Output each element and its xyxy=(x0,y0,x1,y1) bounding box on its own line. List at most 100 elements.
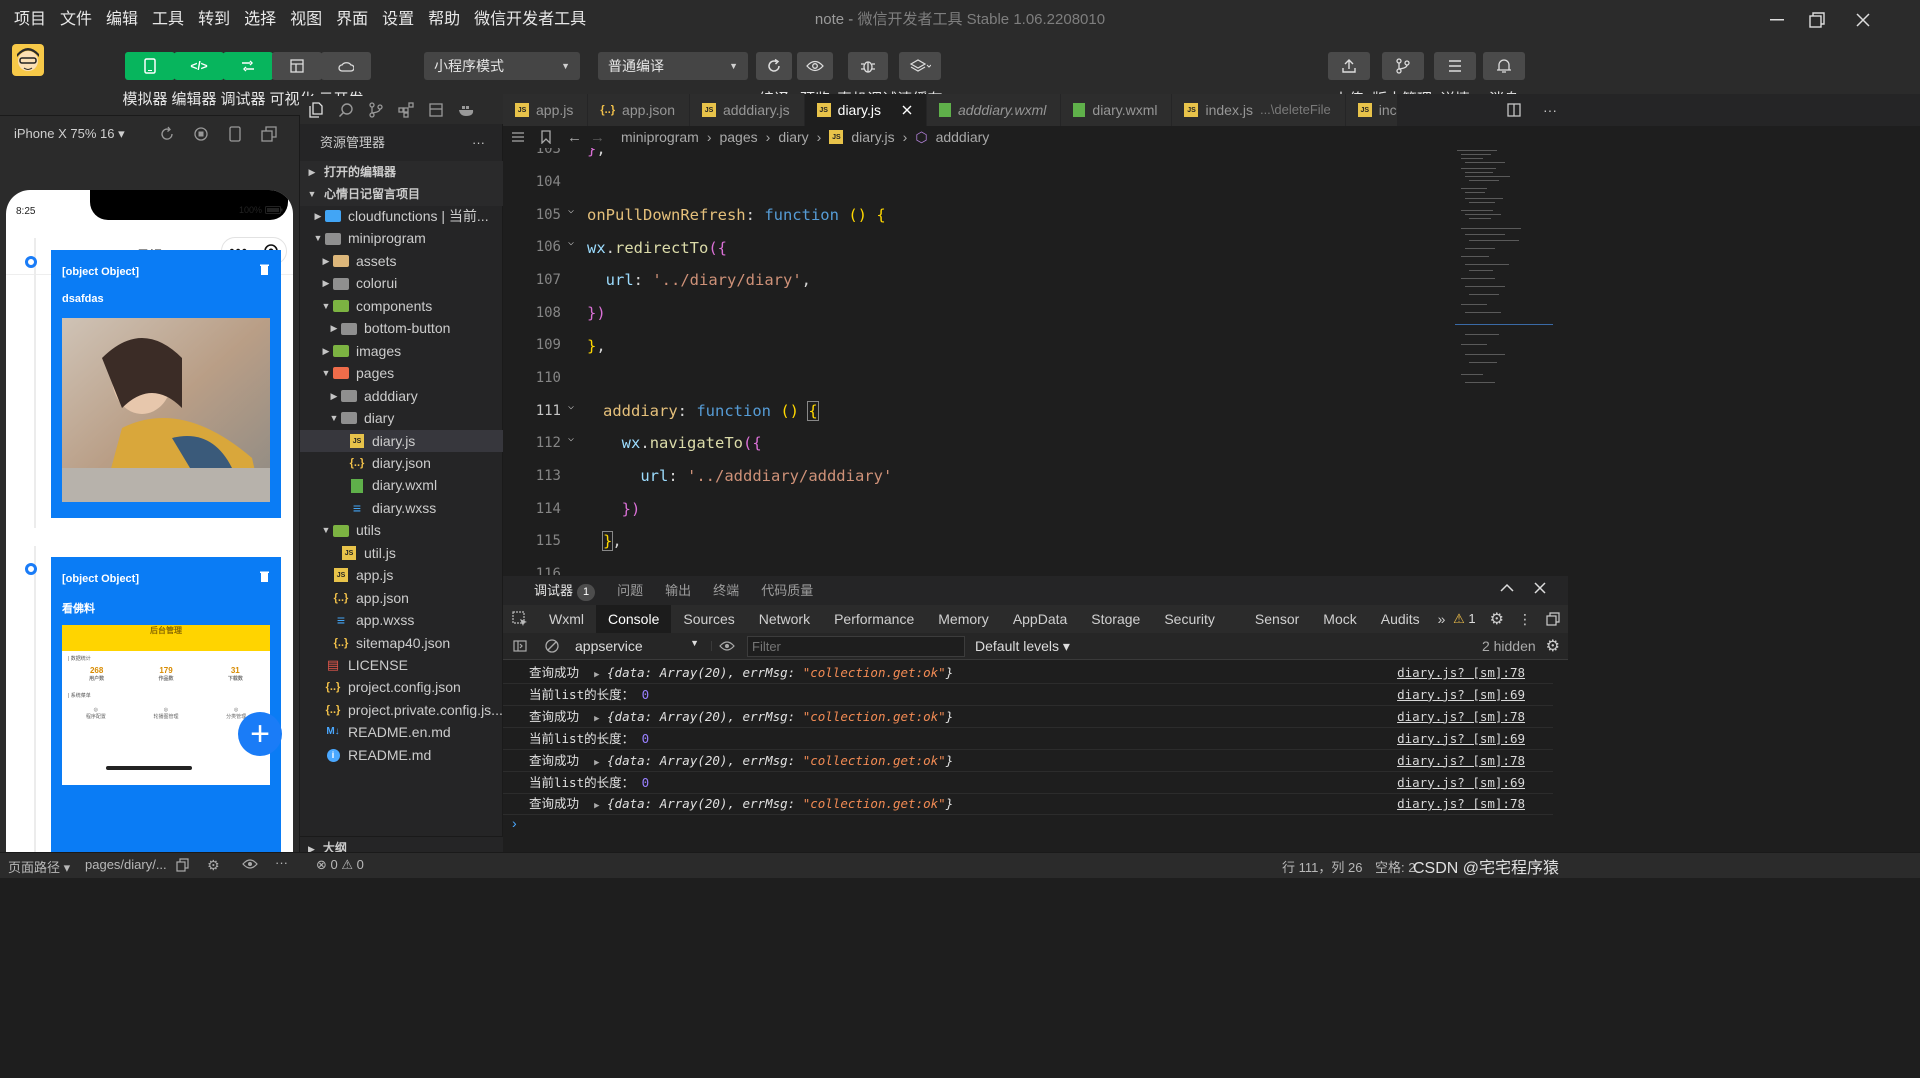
tab-diary-wxml[interactable]: diary.wxml xyxy=(1061,94,1173,126)
file-tree-item[interactable]: {..} project.config.json xyxy=(300,676,503,699)
back-arrow-icon[interactable]: ← xyxy=(567,129,582,146)
file-tree-item[interactable]: JS diary.js xyxy=(300,429,503,452)
avatar[interactable] xyxy=(12,44,44,76)
menu-item[interactable]: 文件 xyxy=(53,0,99,40)
file-tree-item[interactable]: ▶ adddiary xyxy=(300,385,503,408)
cursor-position[interactable]: 行 111，列 26 xyxy=(1282,857,1362,876)
collapse-panel-icon[interactable] xyxy=(1500,583,1514,593)
record-icon[interactable] xyxy=(184,126,218,142)
close-tab-icon[interactable] xyxy=(902,105,912,115)
console-message[interactable]: 查询成功 ▶ {data: Array(20), errMsg: "collec… xyxy=(503,793,1553,816)
real-debug-button[interactable] xyxy=(848,52,888,80)
tab-problems[interactable]: 问题 xyxy=(606,576,654,606)
tab-wxml[interactable]: Wxml xyxy=(537,605,596,633)
console-message[interactable]: 查询成功 ▶ {data: Array(20), errMsg: "collec… xyxy=(503,750,1553,772)
log-levels-select[interactable]: Default levels ▾ xyxy=(975,638,1070,655)
file-tree-item[interactable]: JS app.js xyxy=(300,564,503,587)
file-tree-item[interactable]: ▼ pages xyxy=(300,362,503,385)
console-filter-input[interactable] xyxy=(747,635,965,657)
code-editor[interactable]: 103 104 105 106 107 108 109 110 111 112 … xyxy=(503,148,1463,575)
phone-frame-icon[interactable] xyxy=(218,126,252,142)
indent-setting[interactable]: 空格: 2 xyxy=(1375,857,1415,876)
bug-icon[interactable]: ⚙ xyxy=(207,857,220,874)
file-tree-item[interactable]: {..} diary.json xyxy=(300,452,503,475)
tab-code-quality[interactable]: 代码质量 xyxy=(750,576,824,606)
forward-arrow-icon[interactable]: → xyxy=(590,129,605,146)
source-link[interactable]: diary.js? [sm]:78 xyxy=(1397,750,1525,772)
tab-mock[interactable]: Mock xyxy=(1311,605,1368,633)
file-tree-item[interactable]: {..} sitemap40.json xyxy=(300,632,503,655)
clear-console-icon[interactable] xyxy=(537,639,567,653)
add-diary-button[interactable]: + xyxy=(238,712,282,756)
eye-icon[interactable] xyxy=(242,859,258,869)
problems-count[interactable]: ⊗ 0 ⚠ 0 xyxy=(316,857,364,873)
tab-console[interactable]: Console xyxy=(596,605,672,633)
tab-adddiary-js[interactable]: JS adddiary.js xyxy=(689,94,805,126)
open-editors-section[interactable]: ▶ 打开的编辑器 xyxy=(300,161,503,184)
tab-terminal[interactable]: 终端 xyxy=(702,576,750,606)
compile-mode-select[interactable]: 普通编译 ▼ xyxy=(598,52,748,80)
console-settings-gear-icon[interactable]: ⚙ xyxy=(1546,636,1560,656)
console-message[interactable]: 查询成功 ▶ {data: Array(20), errMsg: "collec… xyxy=(503,662,1553,684)
tab-storage[interactable]: Storage xyxy=(1079,605,1152,633)
file-tree-item[interactable]: i README.md xyxy=(300,744,503,767)
tab-adddiary-wxml[interactable]: adddiary.wxml xyxy=(926,94,1062,126)
page-path-select[interactable]: 页面路径 ▾ xyxy=(8,857,70,876)
tab-performance[interactable]: Performance xyxy=(822,605,926,633)
messages-button[interactable] xyxy=(1483,52,1525,80)
minimap[interactable] xyxy=(1455,148,1568,575)
crumb-pages[interactable]: pages xyxy=(719,129,757,145)
menu-item[interactable]: 微信开发者工具 xyxy=(467,0,593,40)
menu-item[interactable]: 帮助 xyxy=(421,0,467,40)
preview-button[interactable] xyxy=(797,52,833,80)
more-icon[interactable]: ··· xyxy=(1543,102,1557,118)
file-tree-item[interactable]: ▶ assets xyxy=(300,250,503,273)
context-select[interactable]: appservice ▼ xyxy=(567,638,711,654)
source-link[interactable]: diary.js? [sm]:78 xyxy=(1397,793,1525,815)
more-tabs-icon[interactable]: » xyxy=(1432,611,1452,627)
menu-item[interactable]: 界面 xyxy=(329,0,375,40)
diary-card[interactable]: [object Object] dsafdas xyxy=(51,250,281,518)
crumb-miniprogram[interactable]: miniprogram xyxy=(621,129,699,145)
tab-network[interactable]: Network xyxy=(747,605,822,633)
warning-count[interactable]: ⚠ 1 xyxy=(1453,611,1476,627)
settings-gear-icon[interactable]: ⚙ xyxy=(1490,609,1504,629)
more-icon[interactable]: ··· xyxy=(275,855,288,870)
details-button[interactable] xyxy=(1434,52,1476,80)
clear-cache-button[interactable] xyxy=(899,52,941,80)
file-tree-item[interactable]: JS util.js xyxy=(300,542,503,565)
source-link[interactable]: diary.js? [sm]:69 xyxy=(1397,684,1525,706)
file-tree-item[interactable]: ▶ colorui xyxy=(300,272,503,295)
file-tree-item[interactable]: ▼ utils xyxy=(300,519,503,542)
file-tree-item[interactable]: ▼ diary xyxy=(300,407,503,430)
maximize-button[interactable] xyxy=(1792,0,1842,40)
page-path[interactable]: pages/diary/... xyxy=(85,857,167,872)
debugger-toggle[interactable] xyxy=(223,52,273,80)
editor-toggle[interactable]: </> xyxy=(174,52,224,80)
version-button[interactable] xyxy=(1382,52,1424,80)
close-window-button[interactable] xyxy=(1838,0,1888,40)
console-message[interactable]: 查询成功 ▶ {data: Array(20), errMsg: "collec… xyxy=(503,706,1553,728)
tab-appdata[interactable]: AppData xyxy=(1001,605,1079,633)
console-message[interactable]: 当前list的长度： 0 diary.js? [sm]:69 xyxy=(503,684,1553,706)
file-tree-item[interactable]: ▤ LICENSE xyxy=(300,654,503,677)
rotate-icon[interactable] xyxy=(150,126,184,142)
tab-sensor[interactable]: Sensor xyxy=(1243,605,1311,633)
more-icon[interactable]: ··· xyxy=(472,130,485,156)
file-tree-item[interactable]: ▶ cloudfunctions | 当前... xyxy=(300,205,503,228)
file-tree-item[interactable]: M↓ README.en.md xyxy=(300,721,503,744)
copy-icon[interactable] xyxy=(176,858,189,872)
simulator-toggle[interactable] xyxy=(125,52,175,80)
menu-item[interactable]: 设置 xyxy=(375,0,421,40)
crumb-diary[interactable]: diary xyxy=(778,129,808,145)
visual-toggle[interactable] xyxy=(272,52,322,80)
trash-icon[interactable] xyxy=(260,571,269,582)
expand-triangle-icon[interactable]: ▶ xyxy=(594,670,599,680)
file-tree-item[interactable]: ▶ images xyxy=(300,340,503,363)
menu-item[interactable]: 视图 xyxy=(283,0,329,40)
console-message[interactable]: 当前list的长度： 0 diary.js? [sm]:69 xyxy=(503,728,1553,750)
popout-icon[interactable] xyxy=(252,126,286,142)
tab-index-js[interactable]: JS index.js ...\deleteFile xyxy=(1172,94,1346,126)
tab-sources[interactable]: Sources xyxy=(671,605,746,633)
tab-inc[interactable]: JS inc xyxy=(1345,94,1398,126)
